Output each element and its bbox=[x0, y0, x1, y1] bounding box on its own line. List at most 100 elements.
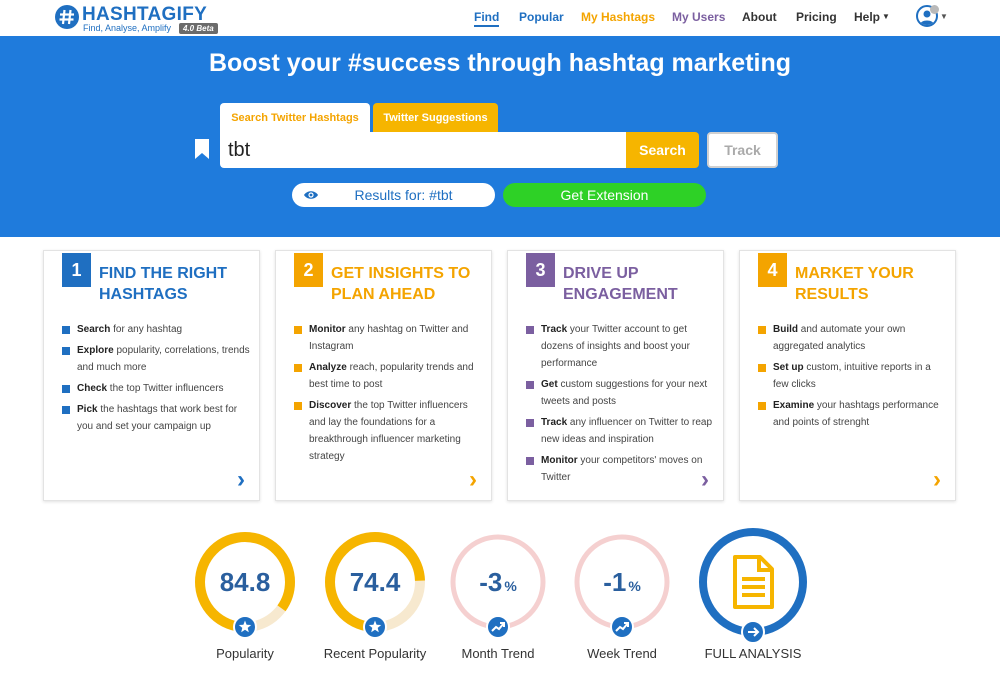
metric-gauge[interactable]: -3% Month Trend bbox=[433, 520, 563, 670]
chevron-right-icon[interactable]: › bbox=[933, 466, 941, 494]
list-item-keyword: Set up bbox=[773, 362, 804, 373]
notification-dot bbox=[930, 5, 939, 14]
top-header: HASHTAGIFY Find, Analyse, Amplify 4.0 Be… bbox=[0, 0, 1000, 36]
metric-label: Popularity bbox=[216, 646, 274, 661]
list-item-text: the hashtags that work best for you and … bbox=[77, 404, 238, 432]
metric-gauge[interactable]: -1% Week Trend bbox=[557, 520, 687, 670]
list-item: Pick the hashtags that work best for you… bbox=[62, 401, 252, 435]
chevron-right-icon[interactable]: › bbox=[701, 466, 709, 494]
metric-value-number: 84.8 bbox=[220, 567, 271, 597]
bullet-square-icon bbox=[526, 419, 534, 427]
bullet-square-icon bbox=[526, 381, 534, 389]
list-item: Set up custom, intuitive reports in a fe… bbox=[758, 359, 948, 393]
logo-hash-icon bbox=[55, 5, 79, 29]
trend-badge bbox=[610, 615, 634, 639]
list-item-keyword: Explore bbox=[77, 345, 114, 356]
chevron-down-icon: ▼ bbox=[882, 12, 890, 21]
list-item-keyword: Analyze bbox=[309, 362, 347, 373]
nav-pricing[interactable]: Pricing bbox=[796, 10, 837, 24]
list-item: Track your Twitter account to get dozens… bbox=[526, 321, 716, 372]
metric-label: Week Trend bbox=[587, 646, 657, 661]
card-bullet-list: Build and automate your own aggregated a… bbox=[758, 321, 948, 435]
nav-about[interactable]: About bbox=[742, 10, 777, 24]
feature-card: 1 FIND THE RIGHT HASHTAGS Search for any ha… bbox=[43, 250, 260, 501]
card-title: FIND THE RIGHT HASHTAGS bbox=[99, 263, 227, 305]
list-item-text: any influencer on Twitter to reap new id… bbox=[541, 417, 713, 445]
bullet-square-icon bbox=[526, 326, 534, 334]
list-item: Explore popularity, correlations, trends… bbox=[62, 342, 252, 376]
metric-value-unit: % bbox=[628, 578, 641, 594]
metric-value: -3% bbox=[479, 567, 517, 597]
metric-value-number: 74.4 bbox=[350, 567, 401, 597]
list-item-text: custom suggestions for your next tweets … bbox=[541, 379, 708, 407]
card-number: 4 bbox=[758, 253, 787, 287]
card-title-line: GET INSIGHTS TO bbox=[331, 265, 471, 282]
feature-card: 2 GET INSIGHTS TO PLAN AHEAD Monitor any ha… bbox=[275, 250, 492, 501]
gauge-svg: -3% bbox=[450, 534, 546, 639]
list-item-keyword: Examine bbox=[773, 400, 815, 411]
bullet-square-icon bbox=[758, 402, 766, 410]
list-item-keyword: Get bbox=[541, 379, 558, 390]
bullet-square-icon bbox=[758, 364, 766, 372]
hero-title: Boost your #success through hashtag mark… bbox=[208, 49, 792, 77]
bullet-square-icon bbox=[294, 364, 302, 372]
tab-twitter-suggestions[interactable]: Twitter Suggestions bbox=[373, 103, 498, 133]
list-item: Examine your hashtags performance and po… bbox=[758, 397, 948, 431]
metric-value: 74.4 bbox=[350, 567, 401, 597]
gauge-svg: 84.8 bbox=[195, 532, 295, 639]
list-item-text: the top Twitter influencers bbox=[107, 383, 224, 394]
bookmark-icon[interactable] bbox=[193, 138, 211, 160]
feature-card: 3 DRIVE UP ENGAGEMENT Track your Twitter ac… bbox=[507, 250, 724, 501]
metric-label: Month Trend bbox=[461, 646, 535, 661]
list-item: Track any influencer on Twitter to reap … bbox=[526, 414, 716, 448]
nav-help[interactable]: Help ▼ bbox=[854, 10, 890, 24]
list-item-text: for any hashtag bbox=[110, 324, 183, 335]
card-bullet-list: Search for any hashtag Explore popularity… bbox=[62, 321, 252, 439]
list-item: Get custom suggestions for your next twe… bbox=[526, 376, 716, 410]
metric-gauge: 84.8 Popularity bbox=[180, 520, 310, 670]
card-bullet-list: Track your Twitter account to get dozens… bbox=[526, 321, 716, 490]
doc-outline bbox=[733, 555, 774, 609]
chevron-down-icon: ▼ bbox=[940, 12, 948, 21]
metric-label: FULL ANALYSIS bbox=[704, 646, 802, 661]
get-extension-button[interactable]: Get Extension bbox=[503, 183, 706, 207]
nav-popular[interactable]: Popular bbox=[519, 10, 564, 24]
gauge-svg: -1% bbox=[574, 534, 670, 639]
card-title-line: PLAN AHEAD bbox=[331, 286, 436, 303]
full-analysis-button[interactable]: FULL ANALYSIS bbox=[688, 520, 818, 670]
search-button[interactable]: Search bbox=[626, 132, 699, 168]
list-item-keyword: Monitor bbox=[541, 455, 578, 466]
hashtagify-logo[interactable]: HASHTAGIFY Find, Analyse, Amplify 4.0 Be… bbox=[55, 4, 230, 34]
hero-banner: Boost your #success through hashtag mark… bbox=[0, 36, 1000, 237]
feature-card: 4 MARKET YOUR RESULTS Build and automate yo… bbox=[739, 250, 956, 501]
track-button[interactable]: Track bbox=[707, 132, 778, 168]
bullet-square-icon bbox=[62, 406, 70, 414]
list-item-keyword: Search bbox=[77, 324, 111, 335]
bullet-square-icon bbox=[758, 326, 766, 334]
list-item-keyword: Check bbox=[77, 383, 108, 394]
chevron-right-icon[interactable]: › bbox=[237, 466, 245, 494]
chevron-right-icon[interactable]: › bbox=[469, 466, 477, 494]
nav-find[interactable]: Find bbox=[474, 10, 500, 27]
tab-search-twitter-hashtags[interactable]: Search Twitter Hashtags bbox=[220, 103, 370, 133]
list-item: Search for any hashtag bbox=[62, 321, 252, 338]
list-item: Discover the top Twitter influencers and… bbox=[294, 397, 484, 465]
list-item-keyword: Track bbox=[541, 324, 568, 335]
results-for-pill[interactable]: Results for: #tbt bbox=[292, 183, 495, 207]
gauge-svg bbox=[699, 528, 807, 644]
nav-my-hashtags[interactable]: My Hashtags bbox=[581, 10, 655, 24]
search-input[interactable] bbox=[220, 132, 626, 168]
bullet-square-icon bbox=[294, 402, 302, 410]
nav-my-users[interactable]: My Users bbox=[672, 10, 725, 24]
card-bullet-list: Monitor any hashtag on Twitter and Insta… bbox=[294, 321, 484, 469]
card-number: 2 bbox=[294, 253, 323, 287]
bullet-square-icon bbox=[62, 347, 70, 355]
list-item: Check the top Twitter influencers bbox=[62, 380, 252, 397]
document-icon bbox=[733, 555, 774, 609]
list-item-keyword: Pick bbox=[77, 404, 98, 415]
nav-help-label: Help bbox=[854, 10, 881, 24]
trend-badge bbox=[486, 615, 510, 639]
list-item-keyword: Monitor bbox=[309, 324, 346, 335]
logo-tagline: Find, Analyse, Amplify bbox=[83, 23, 172, 33]
user-menu-button[interactable]: ▼ bbox=[916, 5, 948, 29]
